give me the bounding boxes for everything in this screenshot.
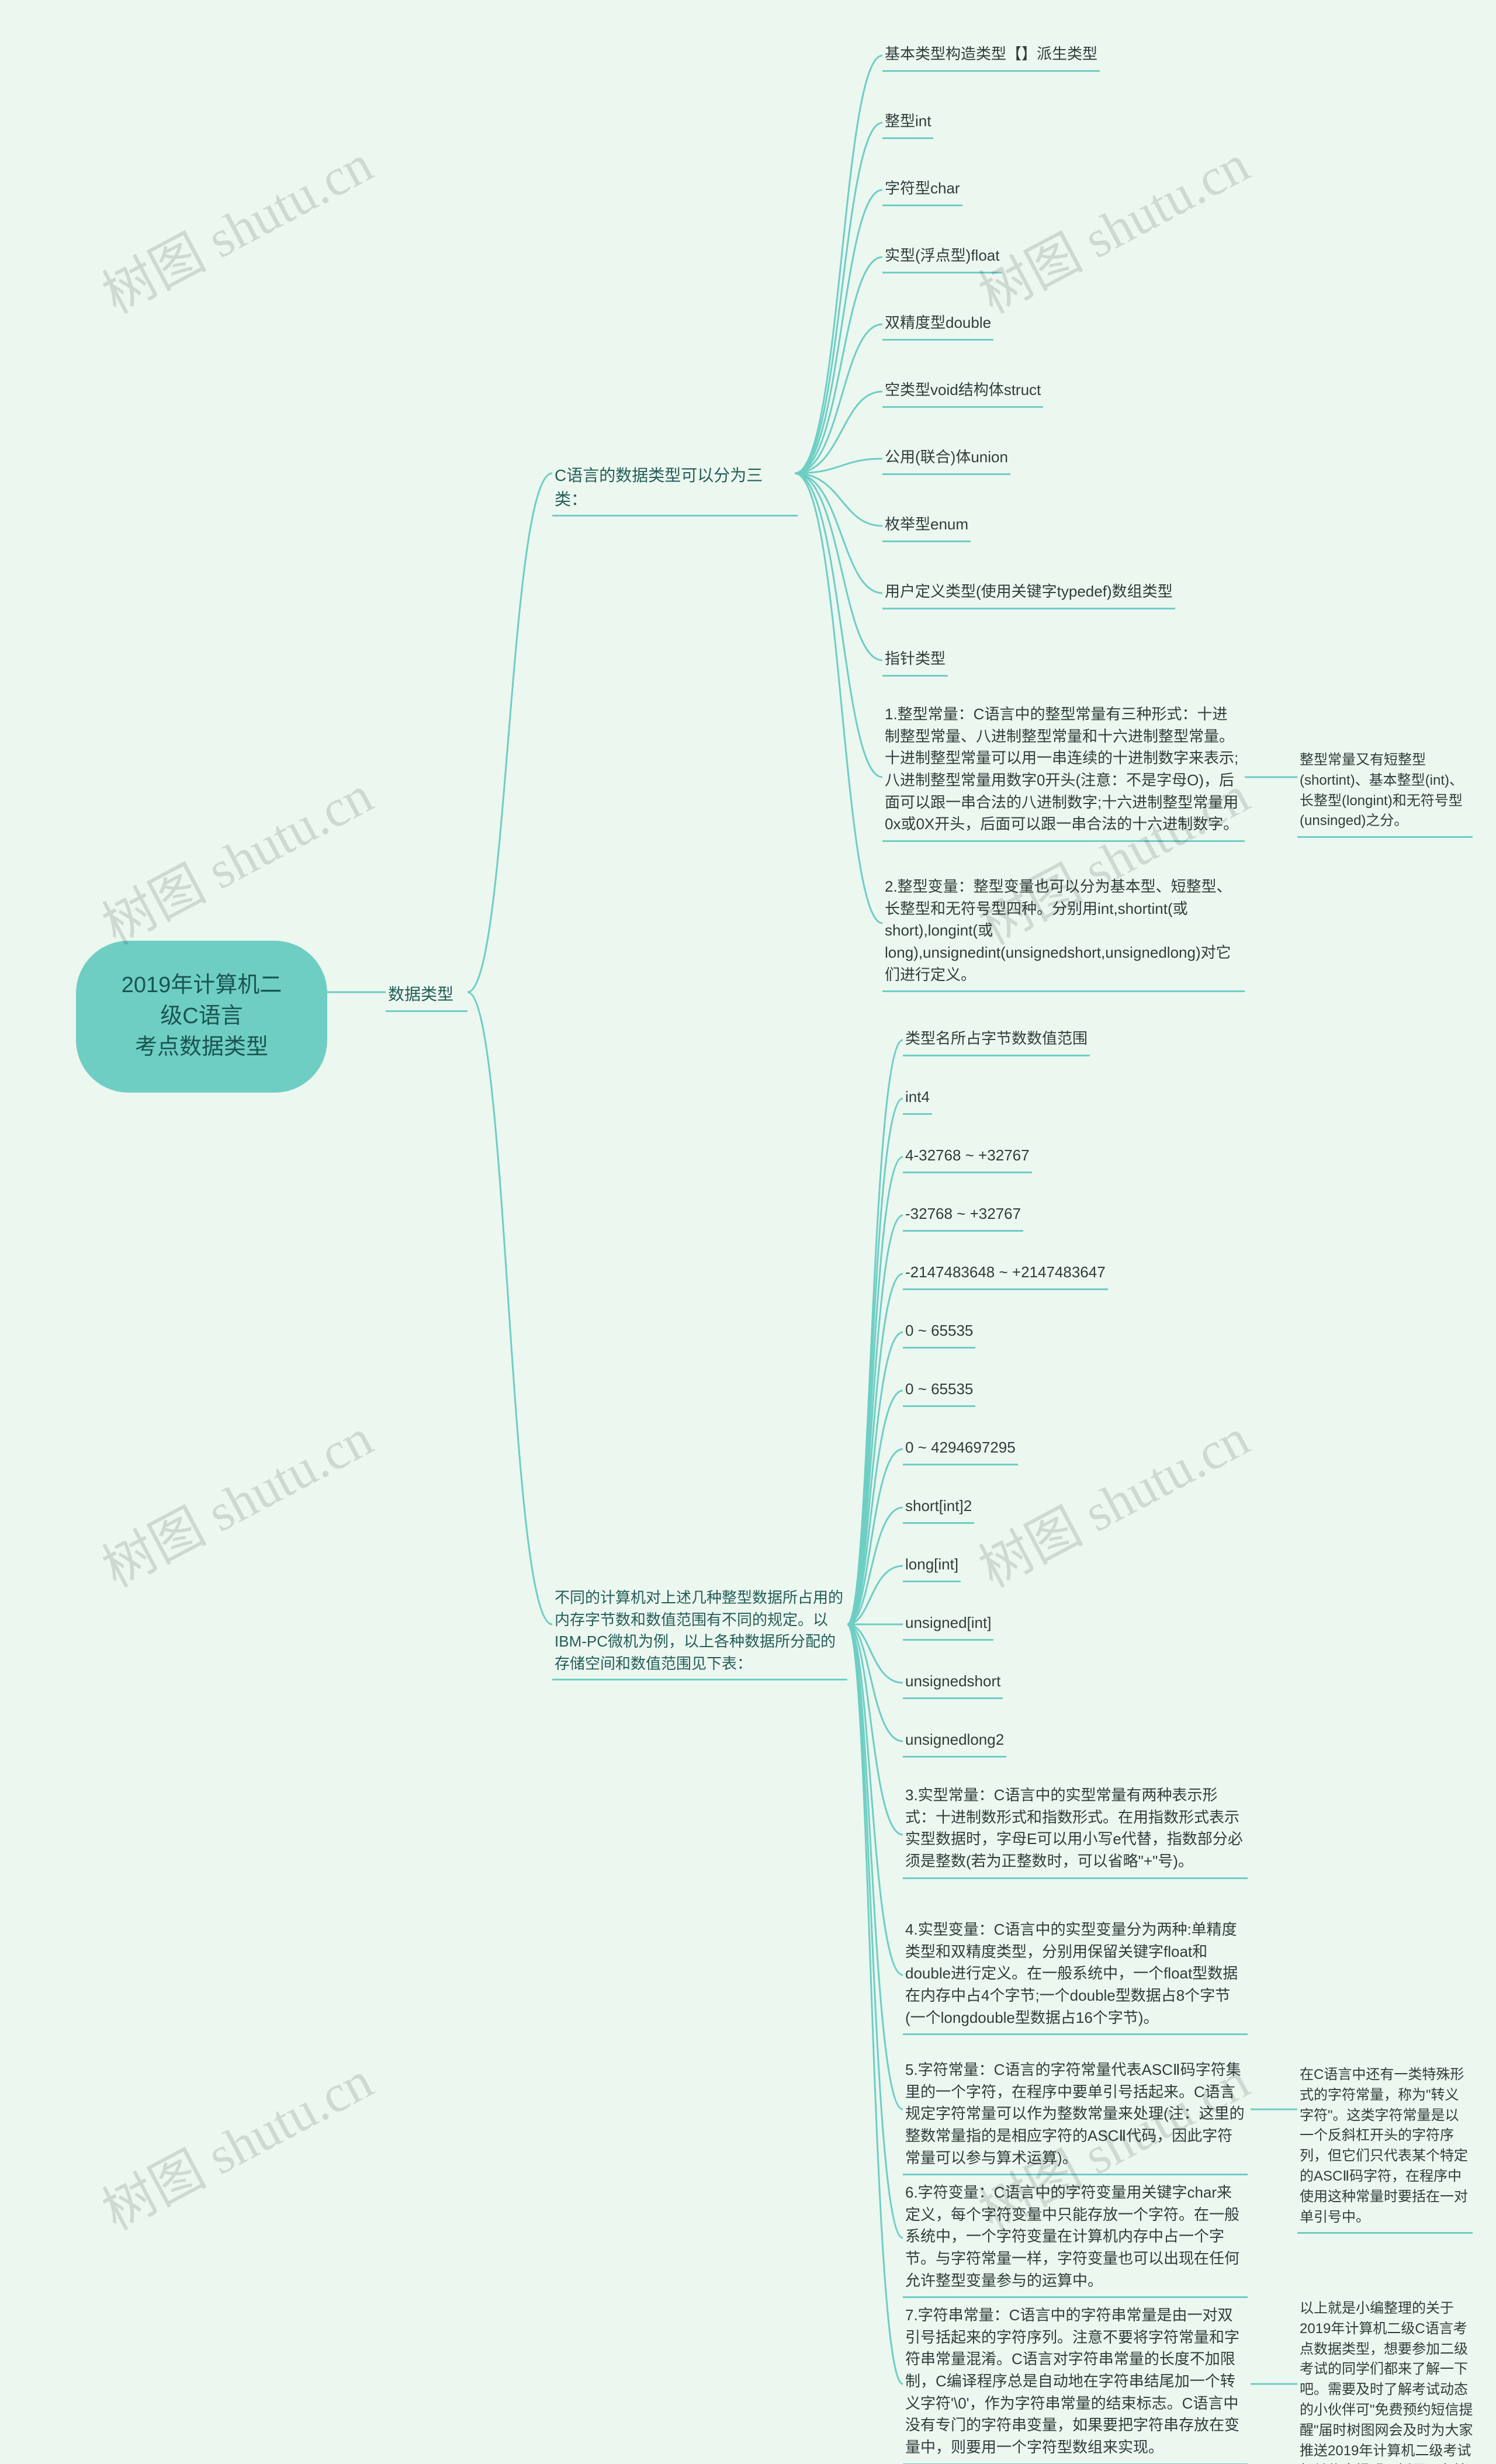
leaf-b17[interactable]: 7.字符串常量：C语言中的字符串常量是由一对双引号括起来的字符序列。注意不要将字…: [903, 2302, 1248, 2464]
leaf-a2[interactable]: 字符型char: [882, 175, 962, 206]
leaf-b7[interactable]: 0 ~ 4294697295: [903, 1434, 1018, 1465]
leaf-b5[interactable]: 0 ~ 65535: [903, 1318, 975, 1349]
leaf-b16[interactable]: 6.字符变量：C语言中的字符变量用关键字char来定义，每个字符变量中只能存放一…: [903, 2179, 1248, 2298]
watermark: 树图 shutu.cn: [87, 1396, 383, 1602]
leaf-b15-side[interactable]: 在C语言中还有一类特殊形式的字符常量，称为"转义字符"。这类字符常量是以一个反斜…: [1297, 2063, 1473, 2234]
leaf-a7[interactable]: 枚举型enum: [882, 511, 971, 542]
leaf-b15[interactable]: 5.字符常量：C语言的字符常量代表ASCⅡ码字符集里的一个字符，在程序中要单引号…: [903, 2057, 1248, 2175]
watermark: 树图 shutu.cn: [87, 2039, 383, 2244]
leaf-a5[interactable]: 空类型void结构体struct: [882, 377, 1043, 408]
level1-node[interactable]: 数据类型: [386, 979, 468, 1012]
leaf-b14[interactable]: 4.实型变量：C语言中的实型变量分为两种:单精度类型和双精度类型，分别用保留关键…: [903, 1917, 1248, 2035]
leaf-b3[interactable]: -32768 ~ +32767: [903, 1201, 1023, 1232]
root-node[interactable]: 2019年计算机二级C语言 考点数据类型: [76, 941, 327, 1093]
leaf-a4[interactable]: 双精度型double: [882, 310, 993, 341]
leaf-b17-side[interactable]: 以上就是小编整理的关于2019年计算机二级C语言考点数据类型，想要参加二级考试的…: [1297, 2296, 1478, 2464]
leaf-a1[interactable]: 整型int: [882, 108, 933, 139]
leaf-b10[interactable]: unsigned[int]: [903, 1610, 993, 1641]
leaf-a6[interactable]: 公用(联合)体union: [882, 444, 1010, 475]
leaf-a10-side[interactable]: 整型常量又有短整型(shortint)、基本整型(int)、长整型(longin…: [1297, 748, 1473, 838]
branch-a-node[interactable]: C语言的数据类型可以分为三类：: [552, 460, 798, 517]
leaf-a3[interactable]: 实型(浮点型)float: [882, 242, 1002, 273]
leaf-b6[interactable]: 0 ~ 65535: [903, 1376, 975, 1407]
leaf-b11[interactable]: unsignedshort: [903, 1668, 1003, 1699]
watermark: 树图 shutu.cn: [964, 1396, 1260, 1602]
watermark: 树图 shutu.cn: [964, 122, 1260, 328]
watermark: 树图 shutu.cn: [87, 122, 383, 328]
leaf-a8[interactable]: 用户定义类型(使用关键字typedef)数组类型: [882, 578, 1175, 609]
leaf-b1[interactable]: int4: [903, 1084, 932, 1115]
leaf-a10[interactable]: 1.整型常量：C语言中的整型常量有三种形式：十进制整型常量、八进制整型常量和十六…: [882, 701, 1245, 842]
leaf-b0[interactable]: 类型名所占字节数数值范围: [903, 1025, 1090, 1056]
watermark: 树图 shutu.cn: [87, 753, 383, 959]
leaf-b13[interactable]: 3.实型常量：C语言中的实型常量有两种表示形式：十进制数形式和指数形式。在用指数…: [903, 1782, 1248, 1879]
leaf-a9[interactable]: 指针类型: [882, 646, 948, 677]
leaf-b4[interactable]: -2147483648 ~ +2147483647: [903, 1259, 1108, 1290]
branch-b-node[interactable]: 不同的计算机对上述几种整型数据所占用的内存字节数和数值范围有不同的规定。以IBM…: [552, 1583, 847, 1680]
leaf-b8[interactable]: short[int]2: [903, 1493, 974, 1524]
leaf-b12[interactable]: unsignedlong2: [903, 1727, 1006, 1758]
leaf-a11[interactable]: 2.整型变量：整型变量也可以分为基本型、短整型、长整型和无符号型四种。分别用in…: [882, 874, 1245, 992]
leaf-a0[interactable]: 基本类型构造类型【】派生类型: [882, 41, 1100, 72]
leaf-b2[interactable]: 4-32768 ~ +32767: [903, 1142, 1032, 1173]
leaf-b9[interactable]: long[int]: [903, 1551, 961, 1582]
